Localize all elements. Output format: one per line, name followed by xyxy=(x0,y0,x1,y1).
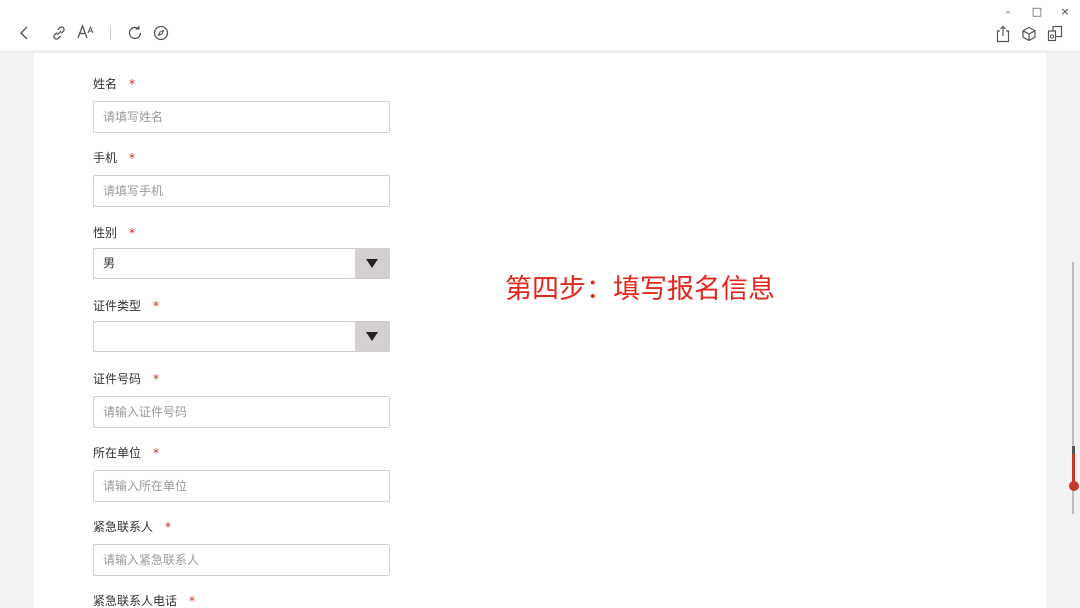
emergency-contact-field: 紧急联系人 * 请输入紧急联系人 xyxy=(93,519,390,579)
required-mark: * xyxy=(129,226,136,240)
link-icon[interactable] xyxy=(50,24,68,42)
required-mark: * xyxy=(153,372,160,386)
maximize-button[interactable]: □ xyxy=(1027,4,1047,18)
copy-icon[interactable] xyxy=(1046,24,1064,43)
scrollbar-thumb[interactable] xyxy=(1072,446,1075,454)
form-page: 姓名 * 请填写姓名 手机 * 请填写手机 性别 * 男 证件类型 * 证件号码 * 请输… xyxy=(34,53,1046,608)
id-type-label: 证件类型 xyxy=(93,299,142,313)
id-type-dropdown-button[interactable] xyxy=(355,322,389,351)
triangle-down-icon xyxy=(366,259,378,268)
required-mark: * xyxy=(129,77,136,91)
scrollbar-knob[interactable] xyxy=(1069,481,1079,491)
phone-field: 手机 * 请填写手机 xyxy=(93,150,390,210)
gender-field: 性别 * 男 xyxy=(93,225,390,285)
emergency-contact-label: 紧急联系人 xyxy=(93,520,154,534)
phone-input[interactable]: 请填写手机 xyxy=(93,175,390,207)
name-label: 姓名 xyxy=(93,77,118,91)
id-type-field: 证件类型 * xyxy=(93,298,390,358)
id-type-select[interactable] xyxy=(93,321,390,352)
employer-input[interactable]: 请输入所在单位 xyxy=(93,470,390,502)
required-mark: * xyxy=(189,594,196,608)
refresh-icon[interactable] xyxy=(126,24,144,42)
id-number-input[interactable]: 请输入证件号码 xyxy=(93,396,390,428)
triangle-down-icon xyxy=(366,332,378,341)
minimize-button[interactable]: – xyxy=(998,4,1018,18)
back-icon[interactable] xyxy=(16,24,32,42)
compass-icon[interactable] xyxy=(152,24,170,42)
gender-dropdown-button[interactable] xyxy=(355,249,389,278)
step-annotation: 第四步：填写报名信息 xyxy=(505,274,775,305)
gender-select[interactable]: 男 xyxy=(93,248,390,279)
required-mark: * xyxy=(165,520,172,534)
title-bar: – □ × xyxy=(0,0,1080,52)
emergency-phone-field: 紧急联系人电话 * xyxy=(93,593,390,608)
emergency-contact-input[interactable]: 请输入紧急联系人 xyxy=(93,544,390,576)
emergency-phone-label: 紧急联系人电话 xyxy=(93,594,178,608)
gender-selected-value: 男 xyxy=(103,256,116,270)
required-mark: * xyxy=(153,299,160,313)
phone-label: 手机 xyxy=(93,151,118,165)
font-size-icon[interactable] xyxy=(77,23,95,41)
name-input[interactable]: 请填写姓名 xyxy=(93,101,390,133)
gender-label: 性别 xyxy=(93,226,118,240)
employer-label: 所在单位 xyxy=(93,446,142,460)
close-button[interactable]: × xyxy=(1055,4,1075,18)
id-number-field: 证件号码 * 请输入证件号码 xyxy=(93,371,390,431)
vertical-scrollbar[interactable] xyxy=(1069,262,1079,514)
required-mark: * xyxy=(129,151,136,165)
share-icon[interactable] xyxy=(994,24,1012,43)
id-number-label: 证件号码 xyxy=(93,372,142,386)
name-field: 姓名 * 请填写姓名 xyxy=(93,76,390,136)
employer-field: 所在单位 * 请输入所在单位 xyxy=(93,445,390,505)
required-mark: * xyxy=(153,446,160,460)
cube-icon[interactable] xyxy=(1020,24,1038,43)
toolbar-separator xyxy=(110,26,111,40)
